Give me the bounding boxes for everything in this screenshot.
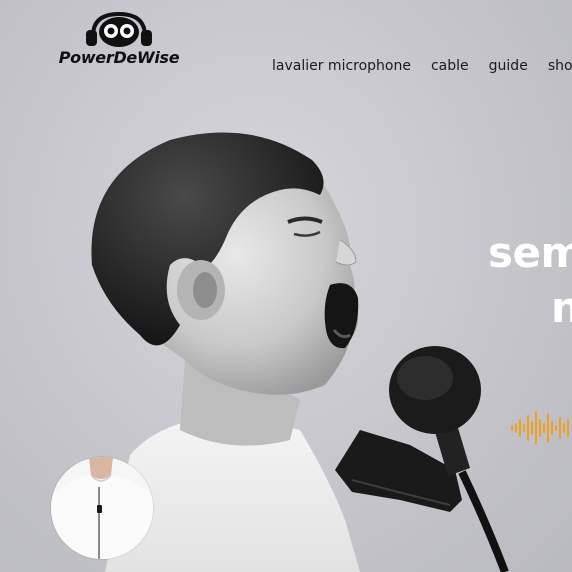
headphone-glasses-mascot-icon (86, 11, 152, 47)
product-thumbnail[interactable] (51, 457, 153, 559)
nav-item-guide[interactable]: guide (489, 58, 528, 74)
hero-headline-line2: n (551, 283, 572, 332)
sound-wave-icon (511, 411, 569, 445)
hero-headline-line1: sem (488, 228, 572, 277)
nav-item-lavalier-microphone[interactable]: lavalier microphone (272, 58, 411, 74)
nav-item-cable[interactable]: cable (431, 58, 469, 74)
main-nav: lavalier microphone cable guide shop (272, 58, 572, 74)
person-wearing-lavalier-mic-thumbnail (51, 457, 153, 559)
nav-item-shop[interactable]: shop (548, 58, 572, 74)
site-header: PowerDeWise lavalier microphone cable gu… (0, 0, 572, 90)
brand-name: PowerDeWise (58, 48, 180, 67)
brand-logo[interactable]: PowerDeWise (48, 10, 190, 72)
